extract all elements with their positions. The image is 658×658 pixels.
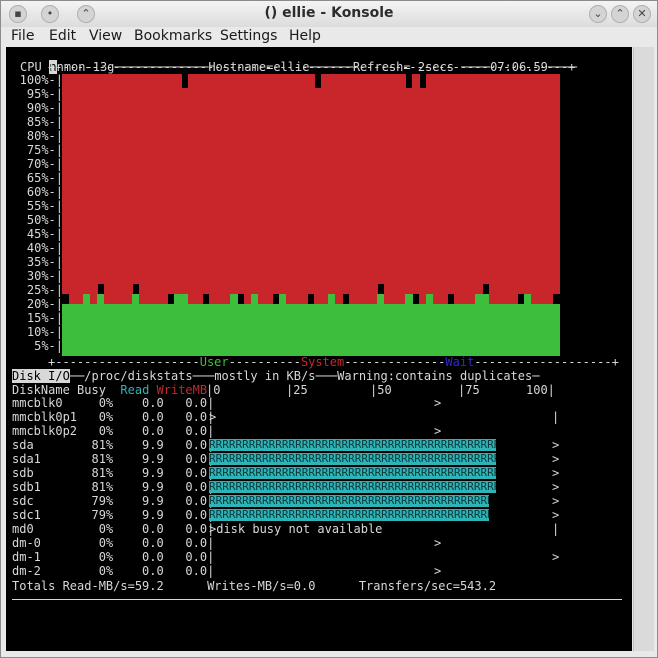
minimize-icon[interactable]: ⌄ — [589, 5, 607, 23]
totals-write: Writes-MB/s=0.0 — [207, 579, 316, 593]
cpu-tick-label: 85%-| — [26, 115, 63, 129]
cpu-tick-label: 25%-| — [26, 283, 63, 297]
cpu-tick-label: 70%-| — [26, 157, 63, 171]
disk-busy-bar: RRRRRRRRRRRRRRRRRRRRRRRRRRRRRRRRRRRRRRRR… — [209, 467, 496, 479]
disk-row: sda 81% 9.9 0.0| — [12, 438, 215, 452]
col-write: WriteMB — [156, 383, 208, 397]
disk-totals: Totals Read-MB/s=59.2 Writes-MB/s=0.0 Tr… — [12, 580, 496, 593]
menu-settings[interactable]: Settings — [220, 28, 277, 44]
cpu-tick-label: 35%-| — [26, 255, 63, 269]
disk-scale-75: |75 — [458, 383, 480, 397]
disk-row: sda1 81% 9.9 0.0| — [12, 452, 215, 466]
disk-row-end: > — [552, 452, 560, 466]
cpu-tick-label: 90%-| — [26, 101, 63, 115]
cpu-tick-label: 50%-| — [26, 213, 63, 227]
cpu-tick-label: 40%-| — [26, 241, 63, 255]
legend-system: System — [300, 355, 345, 369]
disk-row: sdb 81% 9.9 0.0| — [12, 466, 215, 480]
maximize-icon[interactable]: ⌃ — [611, 5, 629, 23]
legend-wait: Wait — [445, 355, 475, 369]
cpu-tick-label: 45%-| — [26, 227, 63, 241]
disk-busy-bar: RRRRRRRRRRRRRRRRRRRRRRRRRRRRRRRRRRRRRRRR… — [209, 453, 496, 465]
scrollbar[interactable] — [633, 47, 654, 651]
disk-row-end: > — [434, 564, 442, 578]
bottom-divider — [12, 599, 622, 600]
menu-bookmarks[interactable]: Bookmarks — [134, 28, 212, 44]
disk-busy-bar: RRRRRRRRRRRRRRRRRRRRRRRRRRRRRRRRRRRRRRRR… — [209, 439, 496, 451]
disk-row-note: > — [209, 410, 217, 424]
disk-scale-100: 100| — [526, 383, 555, 397]
disk-row-end: > — [552, 508, 560, 522]
disk-row-end: > — [434, 396, 442, 410]
disk-row: dm-1 0% 0.0 0.0| — [12, 550, 215, 564]
cpu-tick-label: 15%-| — [26, 311, 63, 325]
konsole-window: ▪ • ⌃ () ellie - Konsole ⌄ ⌃ ✕ File Edit… — [0, 0, 658, 658]
col-read: Read — [120, 383, 150, 397]
disk-row: mmcblk0 0% 0.0 0.0| — [12, 396, 215, 410]
cpu-chart — [62, 74, 560, 356]
menu-view[interactable]: View — [89, 28, 122, 44]
disk-row-end: > — [552, 480, 560, 494]
cpu-tick-label: 55%-| — [26, 199, 63, 213]
disk-row: dm-2 0% 0.0 0.0| — [12, 564, 215, 578]
cpu-top-border: +---------------------------------------… — [48, 60, 576, 74]
disk-row: mmcblk0p1 0% 0.0 0.0| — [12, 410, 215, 424]
cpu-tick-label: 75%-| — [26, 143, 63, 157]
disk-scale-25: |25 — [286, 383, 308, 397]
disk-busy-bar: RRRRRRRRRRRRRRRRRRRRRRRRRRRRRRRRRRRRRRRR… — [209, 481, 496, 493]
col-diskname: DiskName — [12, 383, 70, 397]
disk-row-end: > — [552, 550, 560, 564]
cpu-tick-label: 80%-| — [26, 129, 63, 143]
title-bar[interactable]: ▪ • ⌃ () ellie - Konsole ⌄ ⌃ ✕ — [1, 1, 657, 27]
cpu-bottom-border: +--------------------User----------Syste… — [48, 355, 619, 369]
cpu-tick-label: 20%-| — [26, 297, 63, 311]
menu-file[interactable]: File — [11, 28, 34, 44]
disk-row: sdb1 81% 9.9 0.0| — [12, 480, 215, 494]
disk-source: /proc/diskstats — [84, 369, 193, 383]
disk-row: sdc1 79% 9.9 0.0| — [12, 508, 215, 522]
disk-busy-bar: RRRRRRRRRRRRRRRRRRRRRRRRRRRRRRRRRRRRRRRR… — [209, 509, 489, 521]
cpu-tick-label: 95%-| — [26, 87, 63, 101]
disk-row-note: >disk busy not available — [209, 522, 383, 536]
cpu-tick-label: 65%-| — [26, 171, 63, 185]
totals-read: Totals Read-MB/s=59.2 — [12, 579, 164, 593]
disk-row-end: > — [434, 424, 442, 438]
disk-row: mmcblk0p2 0% 0.0 0.0| — [12, 424, 215, 438]
cpu-system-bar — [552, 74, 560, 294]
disk-header: Disk I/O──/proc/diskstats───mostly in KB… — [12, 369, 540, 383]
disk-row-end: | — [552, 410, 560, 424]
cpu-user-bar — [552, 304, 560, 356]
disk-row: md0 0% 0.0 0.0| — [12, 522, 215, 536]
menu-help[interactable]: Help — [289, 28, 321, 44]
cpu-tick-label: 100%-| — [19, 73, 63, 87]
menu-edit[interactable]: Edit — [49, 28, 76, 44]
disk-row: sdc 79% 9.9 0.0| — [12, 494, 215, 508]
menu-bar: File Edit View Bookmarks Settings Help — [1, 27, 657, 47]
disk-unit: mostly in KB/s — [214, 369, 316, 383]
disk-row: dm-0 0% 0.0 0.0| — [12, 536, 215, 550]
cpu-tick-label: 10%-| — [26, 325, 63, 339]
col-busy: Busy — [77, 383, 106, 397]
totals-transfers: Transfers/sec=543.2 — [358, 579, 497, 593]
cpu-tick-label: 30%-| — [26, 269, 63, 283]
cpu-tick-label: 60%-| — [26, 185, 63, 199]
disk-busy-bar: RRRRRRRRRRRRRRRRRRRRRRRRRRRRRRRRRRRRRRRR… — [209, 495, 489, 507]
disk-warning: Warning:contains duplicates — [337, 369, 533, 383]
disk-row-end: | — [552, 522, 560, 536]
terminal-area[interactable]: nnmon-13g─────────────Hostname=ellie────… — [6, 47, 632, 651]
disk-row-end: > — [552, 494, 560, 508]
disk-row-end: > — [552, 438, 560, 452]
disk-title: Disk I/O — [12, 369, 70, 383]
disk-row-end: > — [552, 466, 560, 480]
disk-row-end: > — [434, 536, 442, 550]
window-title: () ellie - Konsole — [264, 5, 394, 21]
disk-scale-50: |50 — [370, 383, 392, 397]
cpu-tick-label: 5%-| — [34, 339, 63, 353]
close-icon[interactable]: ✕ — [633, 5, 651, 23]
legend-user: User — [199, 355, 229, 369]
